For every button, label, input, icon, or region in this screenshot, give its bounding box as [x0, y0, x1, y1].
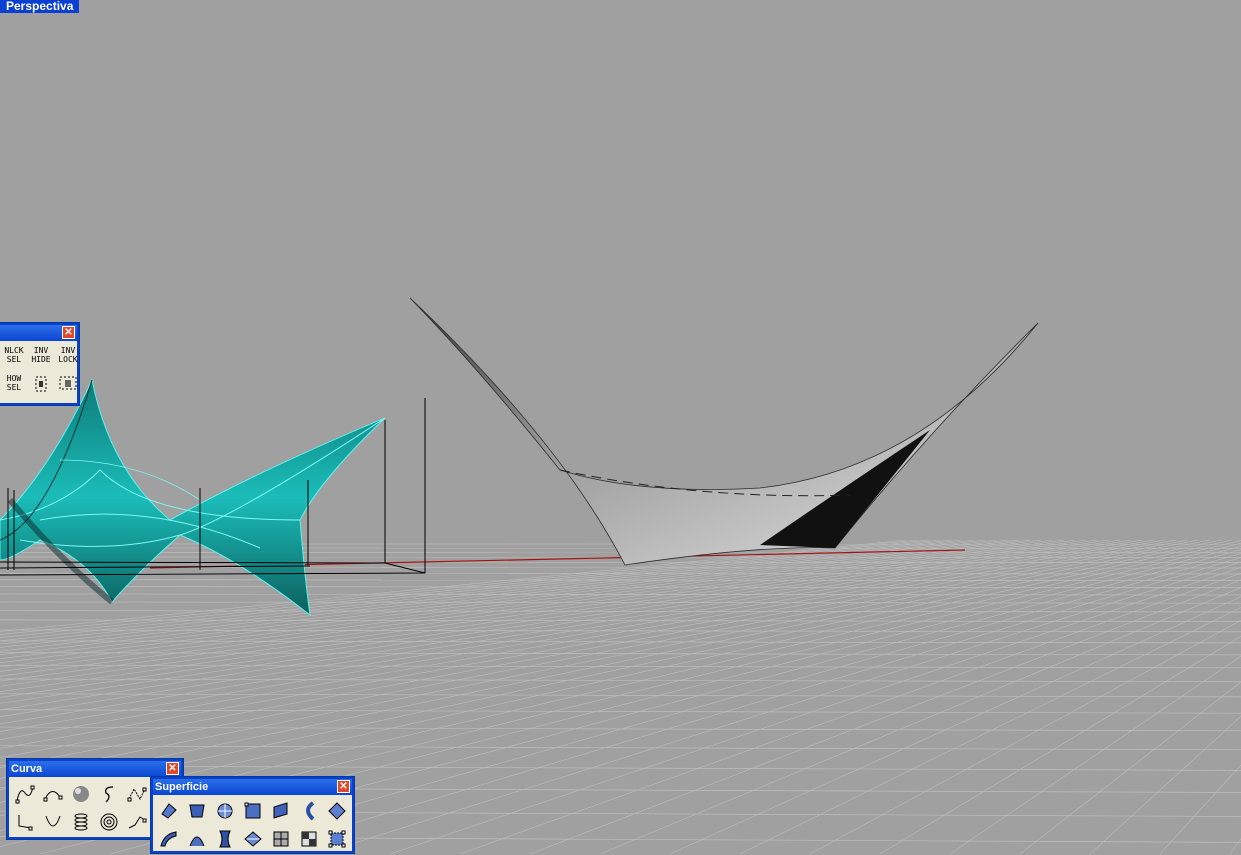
- control-point-curve-icon: [14, 783, 36, 805]
- helix-icon: [70, 811, 92, 833]
- lock-points-icon: [57, 372, 79, 394]
- select-toolbar: ✕ NLCK SEL INV HIDE INV LOCK HOW SEL: [0, 323, 79, 405]
- loft-icon: [298, 800, 320, 822]
- rail-revolve-button[interactable]: [183, 825, 211, 853]
- surface-corner-button[interactable]: [239, 797, 267, 825]
- sphere-button[interactable]: [67, 780, 95, 808]
- unlock-selected-button[interactable]: NLCK SEL: [0, 341, 28, 369]
- superficie-toolbar-title: Superficie: [155, 781, 208, 793]
- split-surface-icon: [298, 828, 320, 850]
- split-surface-button[interactable]: [295, 825, 323, 853]
- edge-surface-icon: [186, 800, 208, 822]
- control-points-icon: [326, 828, 348, 850]
- select-toolbar-titlebar[interactable]: ✕: [0, 325, 77, 341]
- planar-curves-icon: [214, 800, 236, 822]
- control-point-curve-button[interactable]: [11, 780, 39, 808]
- sphere-icon: [70, 783, 92, 805]
- polyline-points-button[interactable]: [123, 780, 151, 808]
- spiral-icon: [98, 811, 120, 833]
- spiral-button[interactable]: [95, 808, 123, 836]
- arc-curve-icon: [42, 811, 64, 833]
- close-icon[interactable]: ✕: [166, 762, 179, 775]
- line-endpoints-icon: [14, 811, 36, 833]
- perspective-viewport[interactable]: [0, 0, 1241, 854]
- network-surface-icon: [270, 828, 292, 850]
- grid-line: [0, 766, 1241, 771]
- patch-button[interactable]: [239, 825, 267, 853]
- grid-line: [0, 710, 1241, 713]
- arc-curve-button[interactable]: [39, 808, 67, 836]
- edge-surface-button[interactable]: [183, 797, 211, 825]
- grid-line: [0, 653, 1241, 655]
- pipe-button[interactable]: [211, 825, 239, 853]
- extrude-surface-icon: [270, 800, 292, 822]
- planar-curves-button[interactable]: [211, 797, 239, 825]
- grey-surface[interactable]: [410, 298, 1038, 565]
- interpolate-curve-icon: [42, 783, 64, 805]
- revolve-button[interactable]: [155, 825, 183, 853]
- polyline-points-icon: [126, 783, 148, 805]
- show-selected-button[interactable]: HOW SEL: [0, 369, 28, 397]
- surface-corner-icon: [242, 800, 264, 822]
- grid-line: [0, 746, 1241, 750]
- close-icon[interactable]: ✕: [337, 780, 350, 793]
- pipe-icon: [214, 828, 236, 850]
- superficie-toolbar-titlebar[interactable]: Superficie ✕: [153, 779, 352, 795]
- sweep-icon: [326, 800, 348, 822]
- polyline-button[interactable]: [123, 808, 151, 836]
- freeform-curve-button[interactable]: [95, 780, 123, 808]
- freeform-curve-icon: [98, 783, 120, 805]
- close-icon[interactable]: ✕: [62, 326, 75, 339]
- sweep-button[interactable]: [323, 797, 351, 825]
- curva-toolbar-title: Curva: [11, 763, 42, 775]
- extrude-surface-button[interactable]: [267, 797, 295, 825]
- superficie-toolbar: Superficie ✕: [151, 777, 354, 853]
- grid-line: [0, 602, 1241, 603]
- invert-lock-button[interactable]: INV LOCK: [54, 341, 82, 369]
- surface-from-points-button[interactable]: [155, 797, 183, 825]
- polyline-icon: [126, 811, 148, 833]
- grid-line: [0, 694, 1241, 697]
- rail-revolve-icon: [186, 828, 208, 850]
- interpolate-curve-button[interactable]: [39, 780, 67, 808]
- invert-hide-button[interactable]: INV HIDE: [27, 341, 55, 369]
- curva-toolbar-titlebar[interactable]: Curva ✕: [9, 761, 181, 777]
- hide-points-button[interactable]: [27, 369, 55, 397]
- line-endpoints-button[interactable]: [11, 808, 39, 836]
- network-surface-button[interactable]: [267, 825, 295, 853]
- patch-icon: [242, 828, 264, 850]
- revolve-icon: [158, 828, 180, 850]
- hide-points-icon: [30, 372, 52, 394]
- helix-button[interactable]: [67, 808, 95, 836]
- surface-from-points-icon: [158, 800, 180, 822]
- viewport-title[interactable]: Perspectiva: [0, 0, 79, 13]
- control-points-button[interactable]: [323, 825, 351, 853]
- loft-button[interactable]: [295, 797, 323, 825]
- lock-points-button[interactable]: [54, 369, 82, 397]
